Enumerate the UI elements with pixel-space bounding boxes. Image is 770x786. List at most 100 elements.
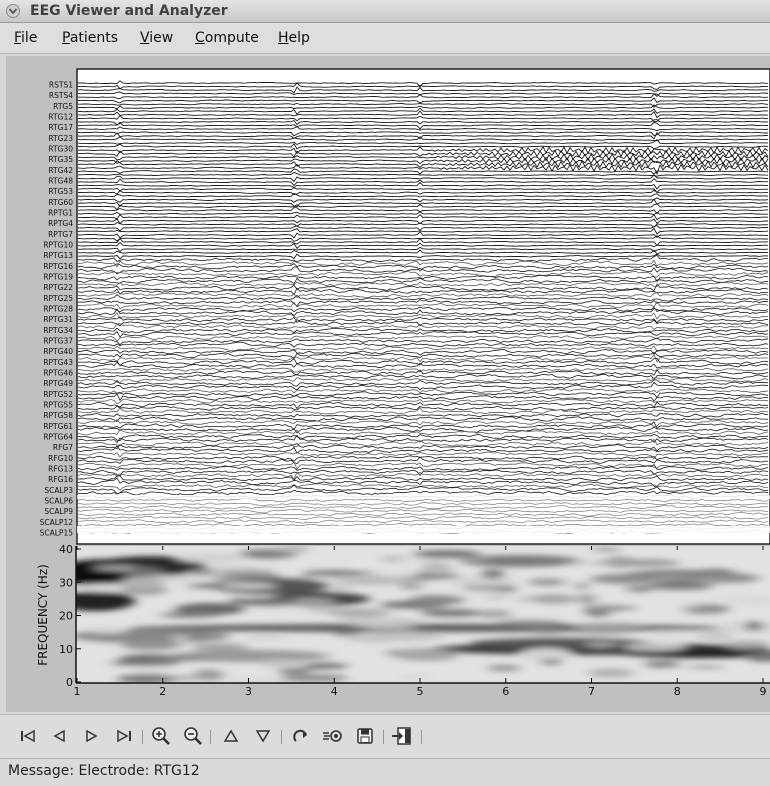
spectrogram-blob [578,594,596,604]
toolbar-separator [281,730,282,744]
channel-label[interactable]: RTG5 [53,102,73,111]
xtick-label: 7 [588,685,595,698]
ytick-label: 0 [66,676,73,689]
channel-label[interactable]: RPTG31 [43,315,73,324]
channel-label[interactable]: RFG16 [48,475,73,484]
spectrogram-blob [686,608,708,614]
channel-label[interactable]: RPTG16 [43,262,73,271]
menu-compute[interactable]: Compute [195,30,259,46]
channel-label[interactable]: RFG10 [48,454,73,463]
channel-label[interactable]: RTG12 [48,113,73,122]
toolbar-separator [210,730,211,744]
channel-label[interactable]: RSTS1 [49,81,73,90]
spectrogram-blob [470,638,650,648]
play-right-icon [86,729,98,743]
channel-label[interactable]: RPTG4 [48,219,73,228]
spectrogram-blob [120,577,164,589]
channel-label[interactable]: RPTG25 [43,294,73,303]
channel-label[interactable]: RFG7 [53,443,73,452]
spectrogram-blob [579,559,597,565]
channel-label[interactable]: RPTG10 [43,241,73,250]
channel-label[interactable]: RSTS4 [49,91,73,100]
first-page-button[interactable] [17,725,39,747]
channel-label[interactable]: RPTG34 [43,326,73,335]
channel-label[interactable]: RTG42 [48,166,73,175]
channel-label[interactable]: RPTG40 [43,347,73,356]
ytick-label: 40 [59,543,73,556]
channel-label[interactable]: RPTG22 [43,283,73,292]
zoom-in-button[interactable] [150,725,172,747]
analyze-icon [323,730,342,742]
analyze-button[interactable] [321,725,343,747]
scroll-down-button[interactable] [252,725,274,747]
title-bar: EEG Viewer and Analyzer [0,0,770,23]
zoom-out-button[interactable] [182,725,204,747]
channel-label[interactable]: RPTG49 [43,379,73,388]
channel-label[interactable]: RTG53 [48,187,73,196]
save-button[interactable] [354,725,376,747]
channel-label[interactable]: RTG23 [48,134,73,143]
spectrogram-blob [237,598,299,606]
channel-label[interactable]: RTG17 [48,123,73,132]
spectrogram-blob [76,591,135,611]
xtick-label: 5 [417,685,424,698]
previous-button[interactable] [48,725,70,747]
exit-button[interactable] [390,725,412,747]
spectrogram-blob [381,556,405,562]
spectrogram-blob [259,659,303,667]
menu-file[interactable]: File [14,30,37,46]
spectrogram-blob [645,631,689,639]
spectrogram-blob [584,643,618,647]
channel-label[interactable]: RPTG46 [43,369,73,378]
channel-label[interactable]: RPTG61 [43,422,73,431]
channel-label[interactable]: RPTG55 [43,401,73,410]
channel-label[interactable]: RPTG43 [43,358,73,367]
spectrogram-blob [497,620,563,626]
channel-label[interactable]: SCALP12 [40,518,74,527]
xtick-label: 3 [245,685,252,698]
channel-label[interactable]: RPTG52 [43,390,73,399]
channel-label[interactable]: RPTG7 [48,230,73,239]
menu-view[interactable]: View [140,30,173,46]
channel-label[interactable]: SCALP15 [40,529,74,538]
scroll-up-button[interactable] [220,725,242,747]
menu-patients[interactable]: Patients [62,30,118,46]
spectrogram-blob [583,605,637,611]
spectrogram-blob [160,612,220,618]
channel-label[interactable]: RPTG13 [43,251,73,260]
refresh-button[interactable] [290,725,312,747]
channel-label[interactable]: RTG30 [48,145,73,154]
spectrogram-blob [520,648,572,660]
next-button[interactable] [81,725,103,747]
spectrogram-ylabel: FREQUENCY (Hz) [36,564,50,666]
trace-gap [77,495,770,499]
last-page-button[interactable] [113,725,135,747]
channel-label[interactable]: RPTG58 [43,411,73,420]
xtick-label: 1 [74,685,81,698]
spectrogram-blob [588,668,634,678]
ytick-label: 10 [59,643,73,656]
spectrogram-blob [121,642,181,650]
channel-label[interactable]: SCALP3 [44,486,73,495]
spectrogram-blob [707,546,770,552]
channel-label[interactable]: RPTG1 [48,209,73,218]
spectrogram-blob [280,674,348,682]
channel-label[interactable]: RPTG19 [43,273,73,282]
channel-label[interactable]: SCALP9 [44,507,73,516]
channel-label[interactable]: RPTG28 [43,305,73,314]
chevron-down-icon[interactable] [6,4,20,18]
spectrogram-blob [590,574,662,584]
channel-label[interactable]: SCALP6 [44,497,73,506]
spectrogram-blob [221,583,277,589]
channel-label[interactable]: RPTG37 [43,337,73,346]
eeg-plot[interactable]: RSTS1RSTS4 RTG5 RTG12RTG17 RTG23 RTG30RTG35 R… [0,56,770,712]
channel-label[interactable]: RTG48 [48,177,73,186]
channel-label[interactable]: RTG60 [48,198,73,207]
channel-label[interactable]: RPTG64 [43,433,73,442]
channel-label[interactable]: RTG35 [48,155,73,164]
triangle-down-icon [255,730,271,743]
status-bar: Message: Electrode: RTG12 [0,758,770,786]
spectrogram-blob [149,657,213,661]
channel-label[interactable]: RFG13 [48,465,73,474]
menu-help[interactable]: Help [278,30,310,46]
